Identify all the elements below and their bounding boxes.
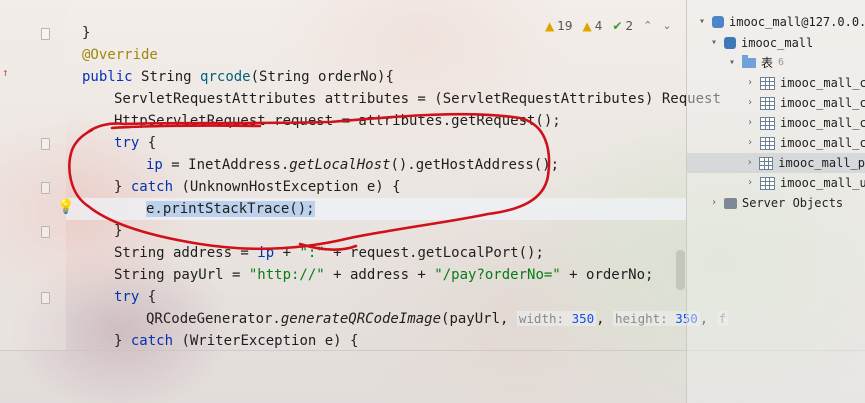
lightbulb-icon[interactable]: 💡 <box>57 199 74 215</box>
warnings-count[interactable]: ▲ 19 <box>545 16 573 36</box>
database-connection-icon <box>712 16 724 28</box>
vertical-scrollbar[interactable] <box>676 250 685 290</box>
tree-schema[interactable]: ▾ imooc_mall <box>709 33 813 53</box>
check-icon: ✔ <box>612 19 623 33</box>
chevron-right-icon[interactable]: › <box>745 113 755 133</box>
fold-marker[interactable] <box>41 28 50 40</box>
code-line: public String qrcode(String orderNo){ <box>82 69 394 85</box>
fold-marker[interactable] <box>41 138 50 150</box>
table-icon <box>760 76 775 90</box>
tree-table-item[interactable]: › imooc_mall_c <box>745 133 865 153</box>
chevron-right-icon[interactable]: › <box>745 73 755 93</box>
code-line: @Override <box>82 47 158 63</box>
code-line: ServletRequestAttributes attributes = (S… <box>114 91 721 107</box>
chevron-right-icon[interactable]: › <box>745 133 755 153</box>
chevron-right-icon[interactable]: › <box>709 193 719 213</box>
code-line: } catch (UnknownHostException e) { <box>114 179 401 195</box>
code-line: String address = ip + ":" + request.getL… <box>114 245 544 261</box>
tree-table-item[interactable]: › imooc_mall_c <box>745 113 865 133</box>
tree-table-item[interactable]: › imooc_mall_u <box>745 173 865 193</box>
fold-marker[interactable] <box>41 182 50 194</box>
override-gutter-icon[interactable]: ↑ <box>2 66 9 79</box>
code-line: String payUrl = "http://" + address + "/… <box>114 267 654 283</box>
parameter-hint: width: 350 <box>516 311 597 326</box>
schema-icon <box>724 37 736 49</box>
code-line: } <box>114 223 123 239</box>
code-line-selected: e.printStackTrace(); <box>146 201 315 217</box>
chevron-right-icon[interactable]: › <box>745 153 754 173</box>
weak-warnings-count[interactable]: ▲ 4 <box>583 16 603 36</box>
chevron-down-icon[interactable]: ▾ <box>697 12 707 32</box>
next-highlight-button[interactable]: ⌄ <box>662 16 671 36</box>
warning-icon: ▲ <box>545 19 555 33</box>
code-line: HttpServletRequest request = attributes.… <box>114 113 561 129</box>
chevron-down-icon[interactable]: ▾ <box>709 33 719 53</box>
table-icon <box>760 176 775 190</box>
folder-icon <box>742 55 756 68</box>
table-icon <box>760 96 775 110</box>
tree-connection[interactable]: ▾ imooc_mall@127.0.0. <box>697 12 865 32</box>
editor-gutter <box>0 0 66 350</box>
server-objects-icon <box>724 197 737 209</box>
tree-table-item[interactable]: › imooc_mall_c <box>745 73 865 93</box>
code-line: } <box>82 25 91 41</box>
code-line: ip = InetAddress.getLocalHost().getHostA… <box>146 157 560 173</box>
previous-highlight-button[interactable]: ⌃ <box>643 16 652 36</box>
tree-tables-folder[interactable]: ▾ 表 6 <box>727 53 784 73</box>
chevron-right-icon[interactable]: › <box>745 173 755 193</box>
database-panel: ▾ imooc_mall@127.0.0. ▾ imooc_mall ▾ 表 6… <box>687 0 865 403</box>
code-line: try { <box>114 289 157 305</box>
code-line: try { <box>114 135 157 151</box>
chevron-down-icon[interactable]: ▾ <box>727 53 737 73</box>
fold-marker[interactable] <box>41 292 50 304</box>
fold-marker[interactable] <box>41 226 50 238</box>
code-editor[interactable]: ↑ 💡 } @Override public String qrcode(Str… <box>0 0 729 350</box>
tree-server-objects[interactable]: › Server Objects <box>709 193 843 213</box>
chevron-right-icon[interactable]: › <box>745 93 755 113</box>
table-icon <box>760 136 775 150</box>
table-icon <box>760 116 775 130</box>
chevron-up-icon: ⌃ <box>643 19 653 32</box>
tree-table-item[interactable]: › imooc_mall_c <box>745 93 865 113</box>
code-line: } catch (WriterException e) { <box>114 333 359 349</box>
tree-table-item-selected[interactable]: › imooc_mall_p <box>687 153 865 173</box>
weak-warning-icon: ▲ <box>582 19 592 33</box>
chevron-down-icon: ⌄ <box>662 19 672 32</box>
typos-count[interactable]: ✔ 2 <box>612 16 633 36</box>
inspection-widget[interactable]: ▲ 19 ▲ 4 ✔ 2 ⌃ ⌄ <box>545 16 672 36</box>
code-line: QRCodeGenerator.generateQRCodeImage(payU… <box>146 311 729 327</box>
table-icon <box>759 156 774 170</box>
